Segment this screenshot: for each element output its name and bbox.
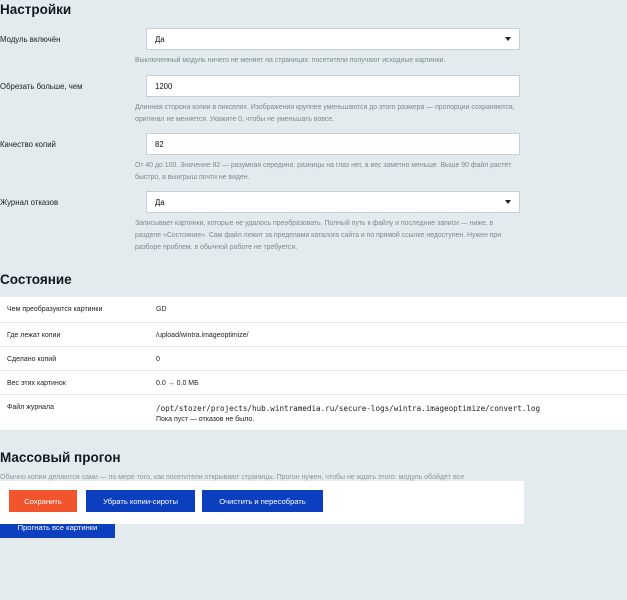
table-row: Чем преобразуются картинки GD xyxy=(0,297,627,323)
status-value: 0 xyxy=(148,346,627,371)
resize-limit-input[interactable]: 1200 xyxy=(146,75,520,97)
settings-heading: Настройки xyxy=(0,2,72,17)
table-row: Вес этих картинок 0.0 → 0.0 МБ xyxy=(0,370,627,395)
resize-limit-label: Обрезать больше, чем xyxy=(0,82,83,91)
quality-hint: От 40 до 100. Значение 82 — разумная сер… xyxy=(135,162,512,181)
status-value: GD xyxy=(148,297,627,323)
bulk-heading: Массовый прогон xyxy=(0,450,121,465)
failure-log-value: Да xyxy=(155,197,165,207)
status-key: Чем преобразуются картинки xyxy=(0,297,148,323)
chevron-down-icon xyxy=(505,37,511,41)
status-key: Файл журнала xyxy=(0,394,148,431)
status-value: /upload/wintra.imageoptimize/ xyxy=(148,322,627,347)
module-enabled-label: Модуль включён xyxy=(0,35,61,44)
table-row: Где лежат копии /upload/wintra.imageopti… xyxy=(0,322,627,347)
log-file-note: Пока пуст — отказов не было. xyxy=(156,415,255,423)
status-value: 0.0 → 0.0 МБ xyxy=(148,370,627,395)
remove-orphans-button[interactable]: Убрать копии-сироты xyxy=(86,490,195,512)
table-row: Файл журнала /opt/stozer/projects/hub.wi… xyxy=(0,394,627,431)
status-key: Вес этих картинок xyxy=(0,370,148,395)
save-button[interactable]: Сохранить xyxy=(9,490,77,512)
module-enabled-value: Да xyxy=(155,34,165,44)
clear-rebuild-button[interactable]: Очистить и пересобрать xyxy=(202,490,323,512)
status-key: Где лежат копии xyxy=(0,322,148,347)
failure-log-hint: Записывает картинки, которые не удалось … xyxy=(135,220,502,251)
status-heading: Состояние xyxy=(0,272,72,287)
module-enabled-select[interactable]: Да xyxy=(146,28,520,50)
resize-limit-value: 1200 xyxy=(155,81,173,91)
resize-limit-hint: Длинная сторона копии в пикселях. Изобра… xyxy=(135,104,515,123)
module-enabled-hint: Выключенный модуль ничего не меняет на с… xyxy=(135,57,446,64)
status-key: Сделано копий xyxy=(0,346,148,371)
log-file-path: /opt/stozer/projects/hub.wintramedia.ru/… xyxy=(156,403,541,413)
status-table: Чем преобразуются картинки GD Где лежат … xyxy=(0,297,627,431)
quality-input[interactable]: 82 xyxy=(146,133,520,155)
failure-log-label: Журнал отказов xyxy=(0,198,59,207)
status-value-cell: /opt/stozer/projects/hub.wintramedia.ru/… xyxy=(148,394,627,431)
quality-value: 82 xyxy=(155,139,164,149)
table-row: Сделано копий 0 xyxy=(0,346,627,371)
failure-log-select[interactable]: Да xyxy=(146,191,520,213)
quality-label: Качество копий xyxy=(0,140,56,149)
chevron-down-icon xyxy=(505,200,511,204)
